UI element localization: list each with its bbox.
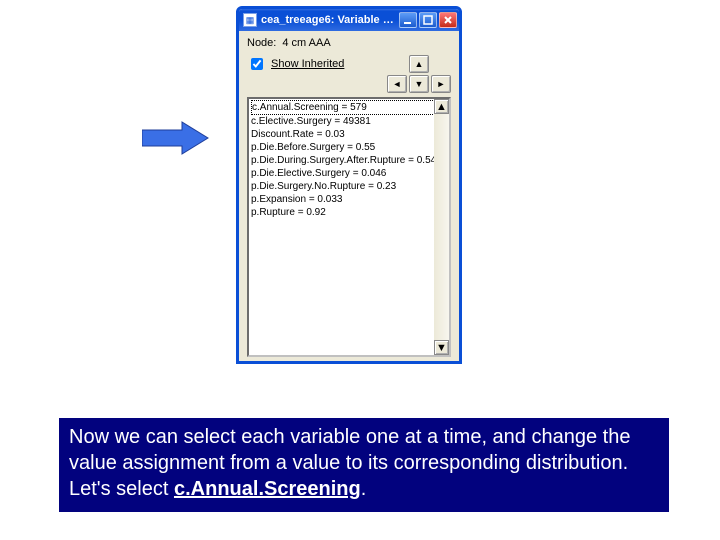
caption-em: c.Annual.Screening bbox=[174, 478, 361, 500]
list-item[interactable]: p.Die.Before.Surgery = 0.55 bbox=[251, 141, 447, 154]
arrow-up-button[interactable]: ▲ bbox=[409, 55, 429, 73]
titlebar[interactable]: ▦ cea_treeage6: Variable … bbox=[239, 9, 459, 31]
list-item[interactable]: p.Die.Elective.Surgery = 0.046 bbox=[251, 167, 447, 180]
node-value: 4 cm AAA bbox=[282, 37, 330, 49]
show-inherited-checkbox[interactable] bbox=[251, 58, 263, 70]
window-title: cea_treeage6: Variable … bbox=[261, 14, 395, 26]
arrow-down-button[interactable]: ▼ bbox=[409, 75, 429, 93]
arrow-left-button[interactable]: ◄ bbox=[387, 75, 407, 93]
scroll-track[interactable] bbox=[434, 114, 449, 340]
node-row: Node: 4 cm AAA bbox=[247, 37, 451, 49]
scrollbar[interactable]: ▲ ▼ bbox=[434, 99, 449, 355]
arrow-right-button[interactable]: ► bbox=[431, 75, 451, 93]
node-label: Node: bbox=[247, 37, 276, 49]
minimize-button[interactable] bbox=[399, 12, 417, 28]
pointer-arrow bbox=[142, 118, 210, 161]
window-controls bbox=[399, 12, 457, 28]
list-item[interactable]: p.Die.Surgery.No.Rupture = 0.23 bbox=[251, 180, 447, 193]
maximize-button[interactable] bbox=[419, 12, 437, 28]
app-icon: ▦ bbox=[243, 13, 257, 27]
caption-after: . bbox=[361, 478, 367, 500]
list-item[interactable]: Discount.Rate = 0.03 bbox=[251, 128, 447, 141]
list-item[interactable]: p.Rupture = 0.92 bbox=[251, 206, 447, 219]
variable-list[interactable]: c.Annual.Screening = 579c.Elective.Surge… bbox=[247, 97, 451, 357]
list-item[interactable]: p.Die.During.Surgery.After.Rupture = 0.5… bbox=[251, 154, 447, 167]
instruction-caption: Now we can select each variable one at a… bbox=[59, 418, 669, 512]
scroll-down-button[interactable]: ▼ bbox=[434, 340, 449, 355]
nav-arrows: ▲ ◄ ▼ ► bbox=[387, 55, 451, 93]
scroll-up-button[interactable]: ▲ bbox=[434, 99, 449, 114]
show-inherited-label[interactable]: Show Inherited bbox=[271, 58, 344, 70]
close-button[interactable] bbox=[439, 12, 457, 28]
list-item[interactable]: c.Elective.Surgery = 49381 bbox=[251, 115, 447, 128]
variable-window: ▦ cea_treeage6: Variable … Node: 4 cm AA… bbox=[236, 6, 462, 364]
list-item[interactable]: p.Expansion = 0.033 bbox=[251, 193, 447, 206]
list-item[interactable]: c.Annual.Screening = 579 bbox=[251, 100, 447, 115]
client-area: Node: 4 cm AAA Show Inherited ▲ ◄ ▼ ► c.… bbox=[239, 31, 459, 361]
